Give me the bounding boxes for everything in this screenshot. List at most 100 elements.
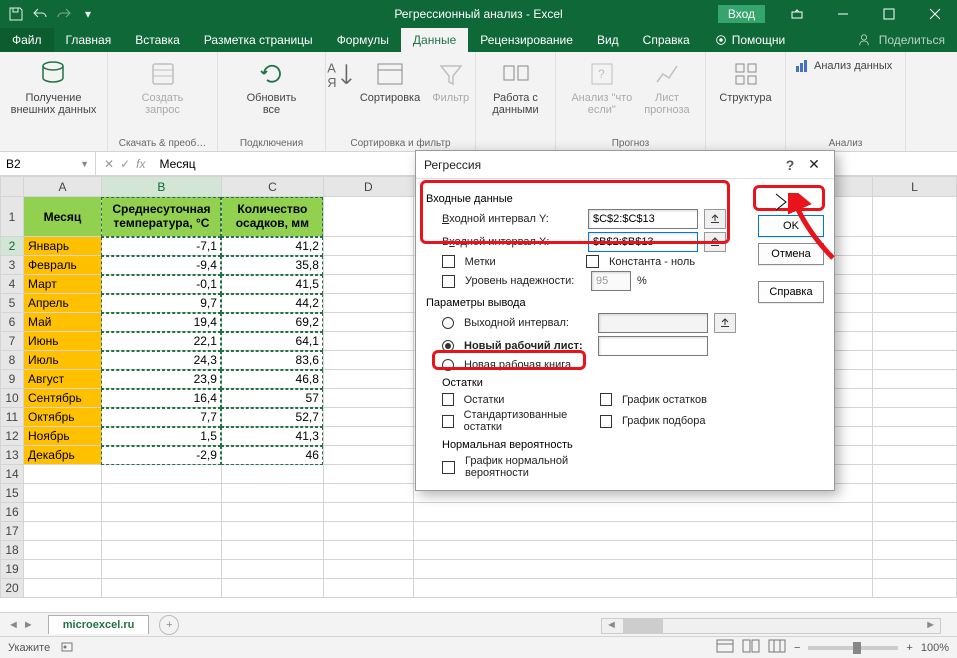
close-icon[interactable]: ✕ xyxy=(802,156,826,173)
cell[interactable]: Июнь xyxy=(23,332,101,351)
cell[interactable] xyxy=(323,313,413,332)
col-header[interactable]: C xyxy=(221,177,323,197)
cell[interactable]: 1,5 xyxy=(101,427,221,446)
login-button[interactable]: Вход xyxy=(718,5,765,23)
cell[interactable] xyxy=(873,256,957,275)
zoom-out-button[interactable]: − xyxy=(794,642,800,654)
cell[interactable] xyxy=(323,332,413,351)
row-header[interactable]: 4 xyxy=(1,275,24,294)
fx-icon[interactable]: fx xyxy=(136,157,145,171)
chevron-down-icon[interactable]: ▼ xyxy=(80,159,89,169)
collapse-dialog-icon[interactable] xyxy=(714,313,736,333)
cell[interactable]: 16,4 xyxy=(101,389,221,408)
outline-button[interactable]: Структура xyxy=(715,56,775,106)
cell[interactable]: Февраль xyxy=(23,256,101,275)
help-icon[interactable]: ? xyxy=(778,157,802,173)
new-query-button[interactable]: Создать запрос xyxy=(138,56,188,118)
cell[interactable] xyxy=(873,408,957,427)
row-header[interactable]: 3 xyxy=(1,256,24,275)
confidence-input[interactable] xyxy=(591,271,631,291)
tab-file[interactable]: Файл xyxy=(0,28,54,52)
row-header[interactable]: 6 xyxy=(1,313,24,332)
sheet-tab[interactable]: microexcel.ru xyxy=(48,615,150,634)
select-all-corner[interactable] xyxy=(1,177,24,197)
cell[interactable]: 44,2 xyxy=(221,294,323,313)
undo-icon[interactable] xyxy=(32,6,48,22)
get-external-data-button[interactable]: Получение внешних данных xyxy=(7,56,101,118)
cell[interactable] xyxy=(873,237,957,256)
row-header[interactable]: 7 xyxy=(1,332,24,351)
cell[interactable] xyxy=(873,446,957,465)
cell[interactable]: 64,1 xyxy=(221,332,323,351)
output-range-input[interactable] xyxy=(598,313,708,333)
tab-assistant[interactable]: Помощни xyxy=(702,28,797,52)
cell[interactable]: 35,8 xyxy=(221,256,323,275)
col-header[interactable]: B xyxy=(101,177,221,197)
enter-formula-icon[interactable]: ✓ xyxy=(120,157,130,171)
cell[interactable]: Май xyxy=(23,313,101,332)
cell[interactable]: 46,8 xyxy=(221,370,323,389)
cell[interactable] xyxy=(323,197,413,237)
cell[interactable] xyxy=(323,256,413,275)
row-header[interactable]: 8 xyxy=(1,351,24,370)
labels-checkbox[interactable] xyxy=(442,255,455,268)
zoom-level[interactable]: 100% xyxy=(921,642,949,654)
row-header[interactable]: 1 xyxy=(1,197,24,237)
filter-button[interactable]: Фильтр xyxy=(428,56,473,106)
cell[interactable]: Среднесуточная температура, °C xyxy=(101,197,221,237)
cell[interactable]: 41,5 xyxy=(221,275,323,294)
cell[interactable]: 52,7 xyxy=(221,408,323,427)
cell[interactable] xyxy=(323,294,413,313)
save-icon[interactable] xyxy=(8,6,24,22)
row-header[interactable]: 12 xyxy=(1,427,24,446)
row-header[interactable]: 11 xyxy=(1,408,24,427)
ok-button[interactable]: OK xyxy=(758,215,824,237)
cancel-formula-icon[interactable]: ✕ xyxy=(104,157,114,171)
cell[interactable]: 19,4 xyxy=(101,313,221,332)
cell[interactable]: Апрель xyxy=(23,294,101,313)
new-book-radio[interactable] xyxy=(442,359,454,371)
cell[interactable]: -9,4 xyxy=(101,256,221,275)
cell[interactable]: 23,9 xyxy=(101,370,221,389)
data-tools-button[interactable]: Работа с данными xyxy=(488,56,542,118)
horizontal-scrollbar[interactable]: ◄► xyxy=(601,618,941,634)
cell[interactable]: Март xyxy=(23,275,101,294)
residual-plot-checkbox[interactable] xyxy=(600,393,612,406)
row-header[interactable]: 9 xyxy=(1,370,24,389)
cell[interactable]: 83,6 xyxy=(221,351,323,370)
cell[interactable]: 24,3 xyxy=(101,351,221,370)
cell[interactable]: -2,9 xyxy=(101,446,221,465)
cell[interactable] xyxy=(323,275,413,294)
cell[interactable] xyxy=(323,237,413,256)
add-sheet-button[interactable]: + xyxy=(159,615,179,635)
cell[interactable] xyxy=(323,370,413,389)
row-header[interactable]: 2 xyxy=(1,237,24,256)
sort-button[interactable]: Сортировка xyxy=(356,56,424,106)
cell[interactable] xyxy=(323,351,413,370)
cell[interactable] xyxy=(323,427,413,446)
cell[interactable] xyxy=(873,197,957,237)
cell[interactable]: 22,1 xyxy=(101,332,221,351)
cell[interactable]: -0,1 xyxy=(101,275,221,294)
residuals-checkbox[interactable] xyxy=(442,393,454,406)
fit-plot-checkbox[interactable] xyxy=(600,415,612,428)
cell[interactable]: 7,7 xyxy=(101,408,221,427)
maximize-icon[interactable] xyxy=(867,0,911,28)
cell[interactable]: Ноябрь xyxy=(23,427,101,446)
cell[interactable] xyxy=(873,351,957,370)
cell[interactable] xyxy=(873,294,957,313)
zoom-slider[interactable] xyxy=(808,646,898,650)
forecast-sheet-button[interactable]: Лист прогноза xyxy=(640,56,693,118)
x-range-input[interactable] xyxy=(588,232,698,252)
cell[interactable]: -7,1 xyxy=(101,237,221,256)
name-box-input[interactable] xyxy=(6,157,66,171)
tab-view[interactable]: Вид xyxy=(585,28,631,52)
whatif-button[interactable]: ?Анализ "что если" xyxy=(567,56,636,118)
tab-review[interactable]: Рецензирование xyxy=(468,28,585,52)
view-pagelayout-icon[interactable] xyxy=(742,639,760,656)
name-box[interactable]: ▼ xyxy=(0,152,96,175)
tab-formulas[interactable]: Формулы xyxy=(325,28,401,52)
tab-insert[interactable]: Вставка xyxy=(123,28,192,52)
tab-help[interactable]: Справка xyxy=(631,28,702,52)
normal-plot-checkbox[interactable] xyxy=(442,461,455,474)
